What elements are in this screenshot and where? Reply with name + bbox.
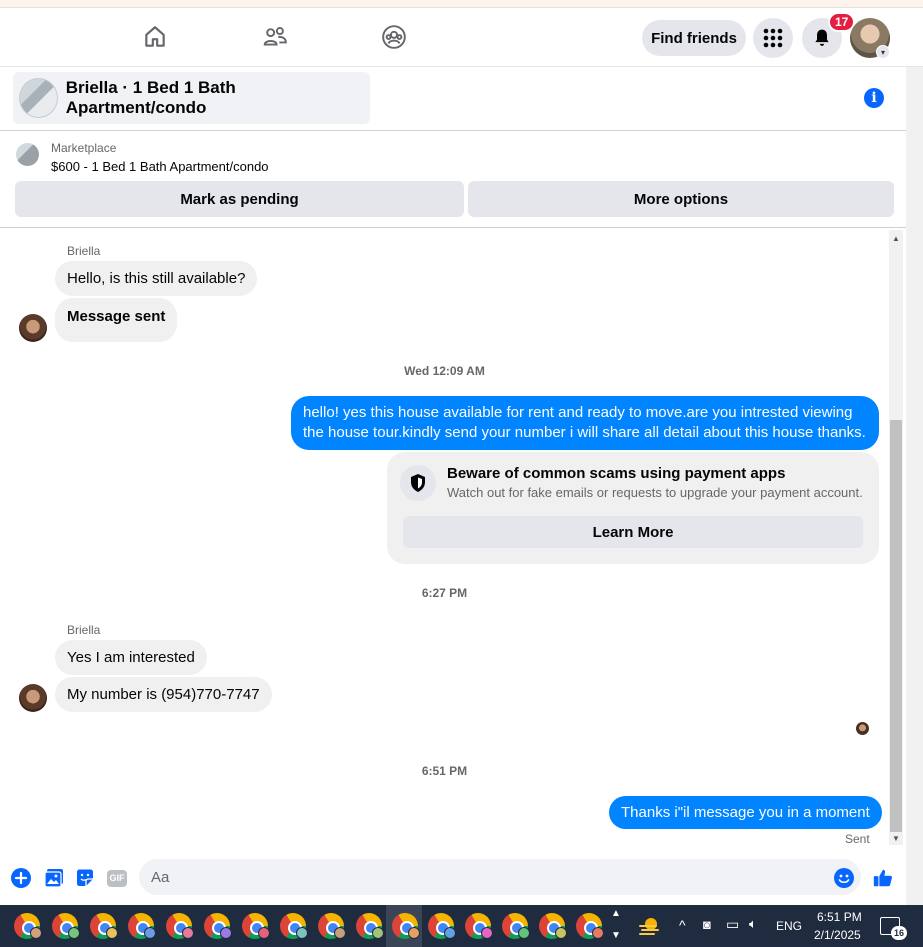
seen-indicator-avatar [856, 722, 869, 735]
mark-as-pending-button[interactable]: Mark as pending [15, 181, 464, 217]
profile-dot [258, 927, 270, 939]
message-input[interactable] [139, 859, 861, 895]
profile-dot [592, 927, 604, 939]
info-icon[interactable]: i [864, 88, 884, 108]
scroll-down-icon[interactable]: ▼ [889, 831, 903, 845]
message-status: Sent [845, 832, 870, 846]
outgoing-message[interactable]: hello! yes this house available for rent… [291, 396, 879, 450]
scam-warning-title: Beware of common scams using payment app… [447, 465, 786, 482]
home-icon[interactable] [140, 22, 170, 52]
message-timestamp: 6:51 PM [421, 764, 468, 778]
marketplace-label: Marketplace [51, 141, 117, 155]
sticker-icon[interactable] [74, 867, 96, 889]
photo-icon[interactable] [43, 867, 65, 889]
profile-dot [144, 927, 156, 939]
profile-dot [334, 927, 346, 939]
profile-dot [220, 927, 232, 939]
chevron-up-icon[interactable]: ▲ [611, 908, 621, 919]
profile-dot [372, 927, 384, 939]
thumbs-up-icon[interactable] [872, 867, 894, 889]
message-line: hello! yes this house available for rent… [303, 404, 853, 421]
more-options-button[interactable]: More options [468, 181, 894, 217]
emoji-icon[interactable] [833, 867, 855, 889]
learn-more-button[interactable]: Learn More [403, 516, 863, 548]
profile-dot [30, 927, 42, 939]
listing-thumbnail [19, 78, 58, 118]
clock-date[interactable]: 2/1/2025 [814, 928, 861, 942]
plus-icon[interactable] [10, 867, 32, 889]
incoming-message[interactable]: Yes I am interested [55, 640, 207, 675]
groups-icon[interactable] [379, 22, 409, 52]
profile-dot [68, 927, 80, 939]
language-indicator[interactable]: ENG [776, 919, 802, 933]
volume-icon[interactable]: 🔈︎ [749, 916, 757, 932]
divider [0, 227, 906, 228]
profile-dot [481, 927, 493, 939]
profile-dot [555, 927, 567, 939]
sender-name: Briella [67, 623, 101, 637]
profile-dot [408, 927, 420, 939]
profile-dot [444, 927, 456, 939]
browser-top-strip [0, 0, 923, 8]
shield-icon [400, 465, 436, 501]
camera-icon[interactable]: ◙ [703, 917, 711, 932]
message-composer: GIF [0, 857, 906, 899]
sender-name: Briella [67, 244, 101, 258]
profile-dot [106, 927, 118, 939]
taskbar-notification-badge: 16 [891, 926, 907, 940]
find-friends-button[interactable]: Find friends [642, 20, 746, 56]
profile-dot [296, 927, 308, 939]
messages-scrollbar-thumb[interactable] [890, 420, 902, 832]
divider [0, 130, 906, 131]
bell-icon [815, 29, 829, 46]
profile-dot [518, 927, 530, 939]
menu-grid-button[interactable] [753, 18, 793, 58]
grid-icon [763, 28, 783, 48]
outgoing-message[interactable]: Thanks i"il message you in a moment [609, 796, 882, 829]
weather-icon[interactable] [638, 915, 662, 937]
chevron-up-icon[interactable]: ^ [679, 917, 686, 933]
scam-warning-card: Beware of common scams using payment app… [387, 452, 879, 564]
profile-dot [182, 927, 194, 939]
incoming-message[interactable]: Message sent [55, 298, 178, 342]
scroll-up-icon[interactable]: ▲ [889, 231, 903, 245]
incoming-message[interactable]: Hello, is this still available? [55, 261, 258, 296]
sender-avatar[interactable] [19, 684, 47, 712]
message-input-wrapper [139, 859, 861, 895]
scam-warning-subtitle: Watch out for fake emails or requests to… [447, 485, 863, 500]
os-taskbar: ▲ ▼ ^ ◙ ▭ 🔈︎ ENG 6:51 PM 2/1/2025 16 [0, 905, 923, 947]
sender-avatar[interactable] [19, 314, 47, 342]
friends-icon[interactable] [260, 22, 290, 52]
clock-time[interactable]: 6:51 PM [817, 910, 862, 924]
chat-header[interactable]: Briella · 1 Bed 1 Bath Apartment/condo [13, 72, 370, 124]
incoming-message[interactable]: My number is (954)770-7747 [55, 677, 272, 712]
top-navbar: Find friends 17 ▾ [0, 9, 923, 67]
network-icon[interactable]: ▭ [726, 916, 739, 933]
chat-title: Briella · 1 Bed 1 Bath Apartment/condo [65, 78, 236, 117]
chevron-down-icon[interactable]: ▼ [611, 930, 621, 941]
marketplace-thumbnail [16, 143, 39, 166]
chevron-down-icon[interactable]: ▾ [876, 45, 890, 59]
gif-label: GIF [107, 869, 127, 887]
message-timestamp: Wed 12:09 AM [404, 364, 485, 378]
gif-icon[interactable]: GIF [106, 867, 128, 889]
listing-price-title[interactable]: $600 - 1 Bed 1 Bath Apartment/condo [51, 159, 269, 174]
page-scrollbar[interactable] [906, 67, 923, 905]
message-timestamp: 6:27 PM [421, 586, 468, 600]
message-line: the house tour.kindly send your number i… [303, 424, 866, 441]
